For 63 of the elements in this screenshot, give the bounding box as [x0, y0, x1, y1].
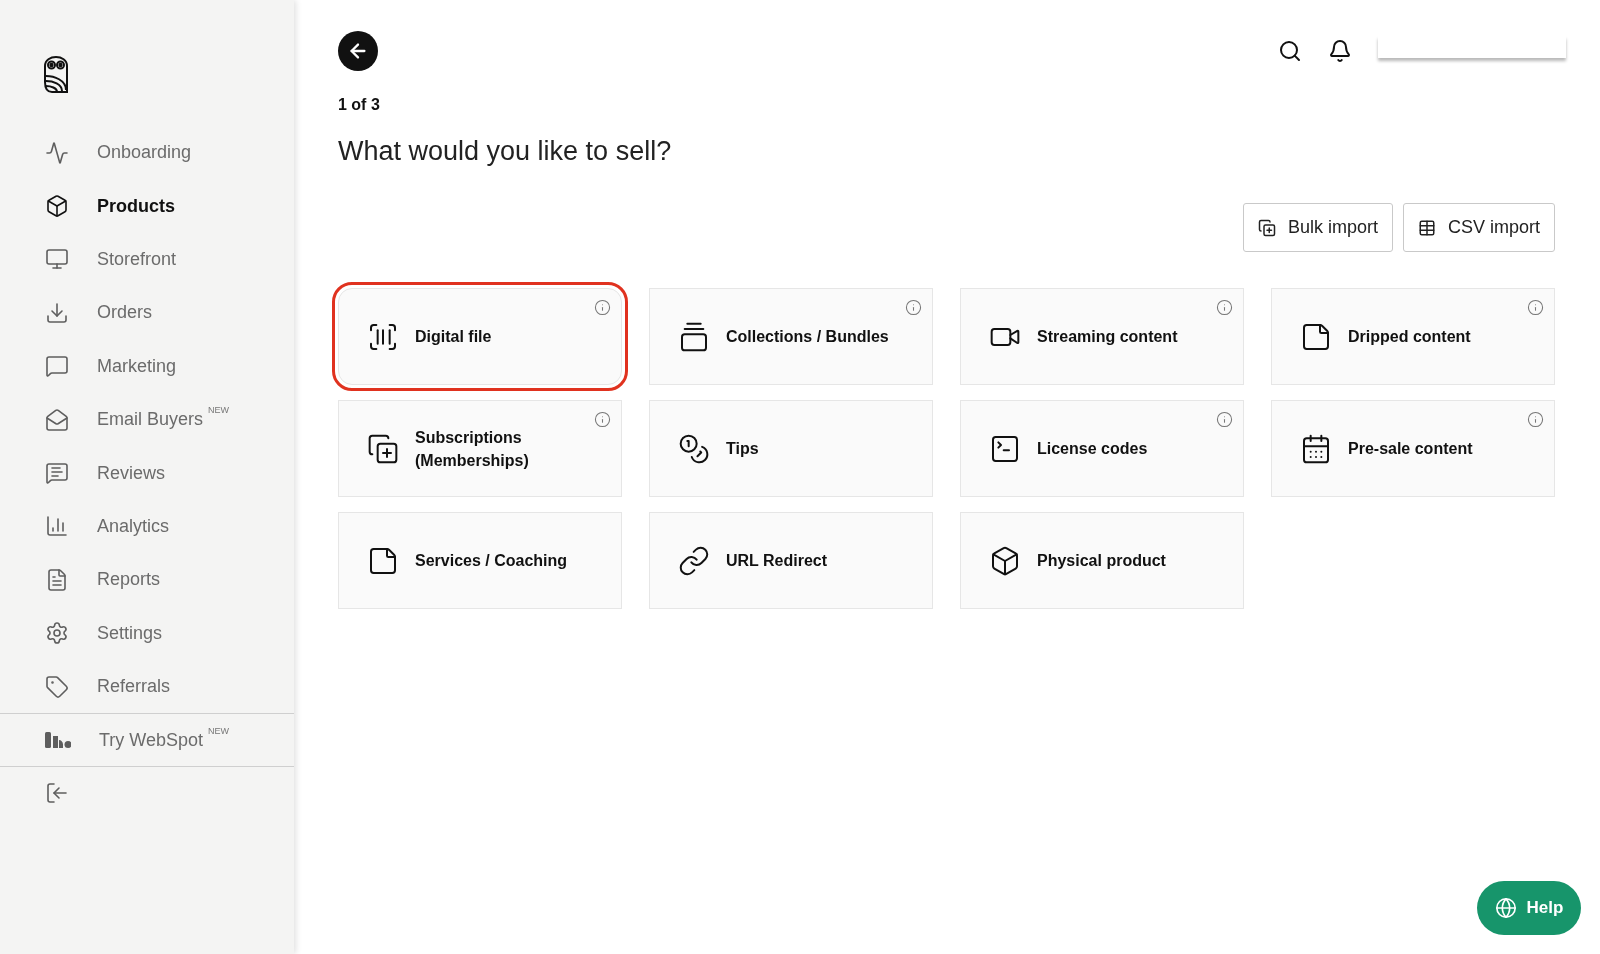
chat-icon — [45, 354, 69, 379]
bars-icon — [45, 732, 71, 749]
envelope-icon — [45, 407, 69, 432]
info-icon[interactable] — [905, 299, 922, 316]
product-type-card[interactable]: License codes — [960, 400, 1244, 497]
sidebar-item[interactable]: Products — [0, 179, 294, 233]
coins-icon — [678, 432, 710, 465]
bar-chart-icon — [45, 514, 69, 539]
download-icon — [45, 300, 69, 325]
chart-icon — [45, 140, 69, 165]
sidebar-item[interactable]: Orders — [0, 286, 294, 340]
sidebar-item[interactable]: Settings — [0, 606, 294, 660]
product-type-card[interactable]: Subscriptions (Memberships) — [338, 400, 622, 497]
document-icon — [45, 567, 69, 592]
info-icon[interactable] — [594, 411, 611, 428]
product-type-card[interactable]: Services / Coaching — [338, 512, 622, 609]
new-label: NEW — [208, 405, 230, 416]
product-type-card[interactable]: Pre-sale content — [1271, 400, 1555, 497]
logout-icon — [45, 781, 69, 806]
product-type-card[interactable]: Collections / Bundles — [649, 288, 933, 385]
calendar-icon — [1300, 432, 1332, 465]
box-icon — [989, 544, 1021, 577]
help-button[interactable]: Help — [1477, 881, 1581, 935]
info-icon[interactable] — [1527, 411, 1544, 428]
search-button[interactable] — [1278, 39, 1302, 63]
link-icon — [678, 544, 710, 577]
comment-list-icon — [45, 461, 69, 486]
info-icon[interactable] — [1216, 411, 1233, 428]
copy-plus-icon — [367, 432, 399, 465]
product-type-card[interactable]: Streaming content — [960, 288, 1244, 385]
sidebar-item[interactable]: Referrals — [0, 659, 294, 714]
product-type-card[interactable]: Dripped content — [1271, 288, 1555, 385]
import-button[interactable]: CSV import — [1402, 203, 1555, 252]
copy-plus-icon — [1257, 218, 1276, 237]
info-icon[interactable] — [594, 299, 611, 316]
info-icon[interactable] — [1216, 299, 1233, 316]
product-type-card[interactable]: Physical product — [960, 512, 1244, 609]
stack-icon — [678, 320, 710, 353]
sidebar-item[interactable]: Try WebSpot $^{NEW}$ — [0, 714, 294, 767]
sidebar-item[interactable]: Email Buyers $^{NEW}$ — [0, 392, 294, 447]
settings-icon — [45, 621, 69, 646]
sidebar-item[interactable]: Reports — [0, 553, 294, 607]
back-button[interactable] — [338, 31, 378, 71]
sidebar-item[interactable]: Onboarding — [0, 126, 294, 180]
product-type-card[interactable]: URL Redirect — [649, 512, 933, 609]
sidebar-item[interactable]: Storefront — [0, 232, 294, 287]
sidebar-item[interactable]: Marketing — [0, 339, 294, 393]
sidebar-item[interactable]: Reviews — [0, 446, 294, 500]
import-button[interactable]: Bulk import — [1242, 203, 1393, 252]
product-type-card[interactable]: Tips — [649, 400, 933, 497]
search-icon — [1278, 39, 1302, 63]
globe-icon — [1494, 897, 1517, 919]
tag-icon — [45, 674, 69, 699]
notifications-button[interactable] — [1328, 39, 1352, 63]
page-title: What would you like to sell? — [338, 136, 673, 167]
box-icon — [45, 194, 69, 219]
step-counter: 1 of 3 — [338, 96, 381, 114]
monitor-icon — [45, 247, 69, 272]
info-icon[interactable] — [1527, 299, 1544, 316]
table-icon — [1417, 218, 1436, 237]
bell-icon — [1328, 39, 1352, 63]
new-label: NEW — [208, 725, 230, 736]
sidebar-item[interactable]: Analytics — [0, 499, 294, 554]
